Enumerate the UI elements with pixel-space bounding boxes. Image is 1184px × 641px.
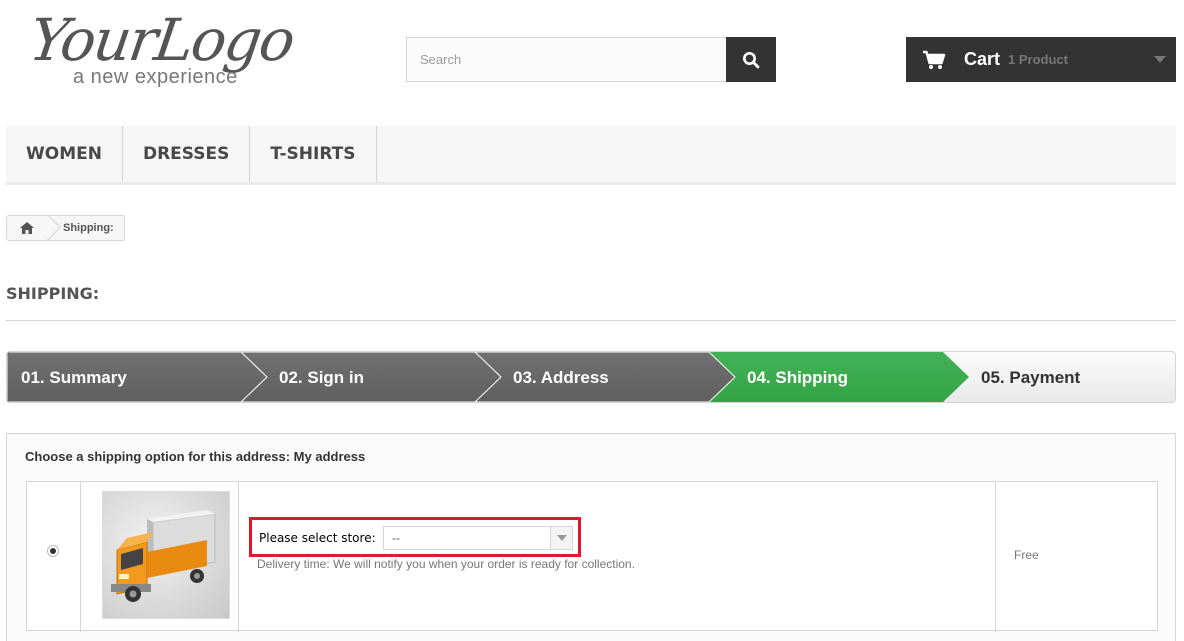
radio-selected-dot <box>50 548 56 554</box>
search-button[interactable] <box>726 37 776 82</box>
menu-item-t-shirts[interactable]: T-SHIRTS <box>250 126 377 182</box>
main-menu: WOMEN DRESSES T-SHIRTS <box>6 126 1176 185</box>
shipping-option-row: Please select store: -- Delivery time: W… <box>26 481 1158 632</box>
step-address[interactable]: 03. Address <box>513 368 609 388</box>
cart-title: Cart <box>964 49 1001 69</box>
breadcrumb: Shipping: <box>6 215 125 241</box>
shipping-price-cell: Free <box>996 482 1158 632</box>
breadcrumb-current: Shipping: <box>63 222 114 234</box>
step-payment: 05. Payment <box>981 368 1081 387</box>
page-title: SHIPPING: <box>6 284 100 303</box>
shipping-options-box: Choose a shipping option for this addres… <box>6 433 1176 641</box>
title-divider <box>6 320 1176 321</box>
shipping-heading: Choose a shipping option for this addres… <box>25 449 366 464</box>
step-summary[interactable]: 01. Summary <box>21 368 127 388</box>
shipping-details-cell: Please select store: -- Delivery time: W… <box>239 482 996 632</box>
carrier-logo-cell <box>81 482 239 632</box>
menu-item-dresses[interactable]: DRESSES <box>123 126 251 182</box>
breadcrumb-home[interactable] <box>7 216 47 240</box>
store-select-highlight: Please select store: -- <box>249 517 581 557</box>
shipping-radio-cell <box>27 482 81 632</box>
shopping-cart-icon <box>923 50 946 69</box>
search-bar <box>406 37 776 82</box>
shipping-price: Free <box>1014 548 1039 562</box>
chevron-down-icon <box>1154 56 1166 63</box>
cart-button[interactable]: Cart 1 Product <box>906 37 1176 82</box>
step-shipping: 04. Shipping <box>747 368 849 387</box>
search-input[interactable] <box>406 37 726 82</box>
store-select-value: -- <box>392 531 400 545</box>
menu-item-women[interactable]: WOMEN <box>6 126 123 182</box>
delivery-truck-icon <box>111 510 216 602</box>
carrier-logo <box>102 491 230 619</box>
store-select-label: Please select store: <box>259 531 376 545</box>
store-select[interactable]: -- <box>383 526 573 550</box>
logo-tagline: a new experience <box>73 66 238 88</box>
logo-main-text: YourLogo <box>25 6 298 74</box>
site-logo[interactable]: YourLogo a new experience <box>25 6 320 92</box>
shipping-option-radio[interactable] <box>47 545 59 557</box>
cart-product-count: 1 Product <box>1008 52 1068 67</box>
step-sign-in[interactable]: 02. Sign in <box>279 368 364 388</box>
delivery-time-text: Delivery time: We will notify you when y… <box>257 557 635 571</box>
breadcrumb-separator <box>47 216 61 240</box>
home-icon <box>20 222 34 234</box>
search-icon <box>743 51 760 68</box>
checkout-steps: 01. Summary 02. Sign in 03. Address 04. … <box>6 351 1176 403</box>
dropdown-arrow-icon <box>550 527 572 549</box>
